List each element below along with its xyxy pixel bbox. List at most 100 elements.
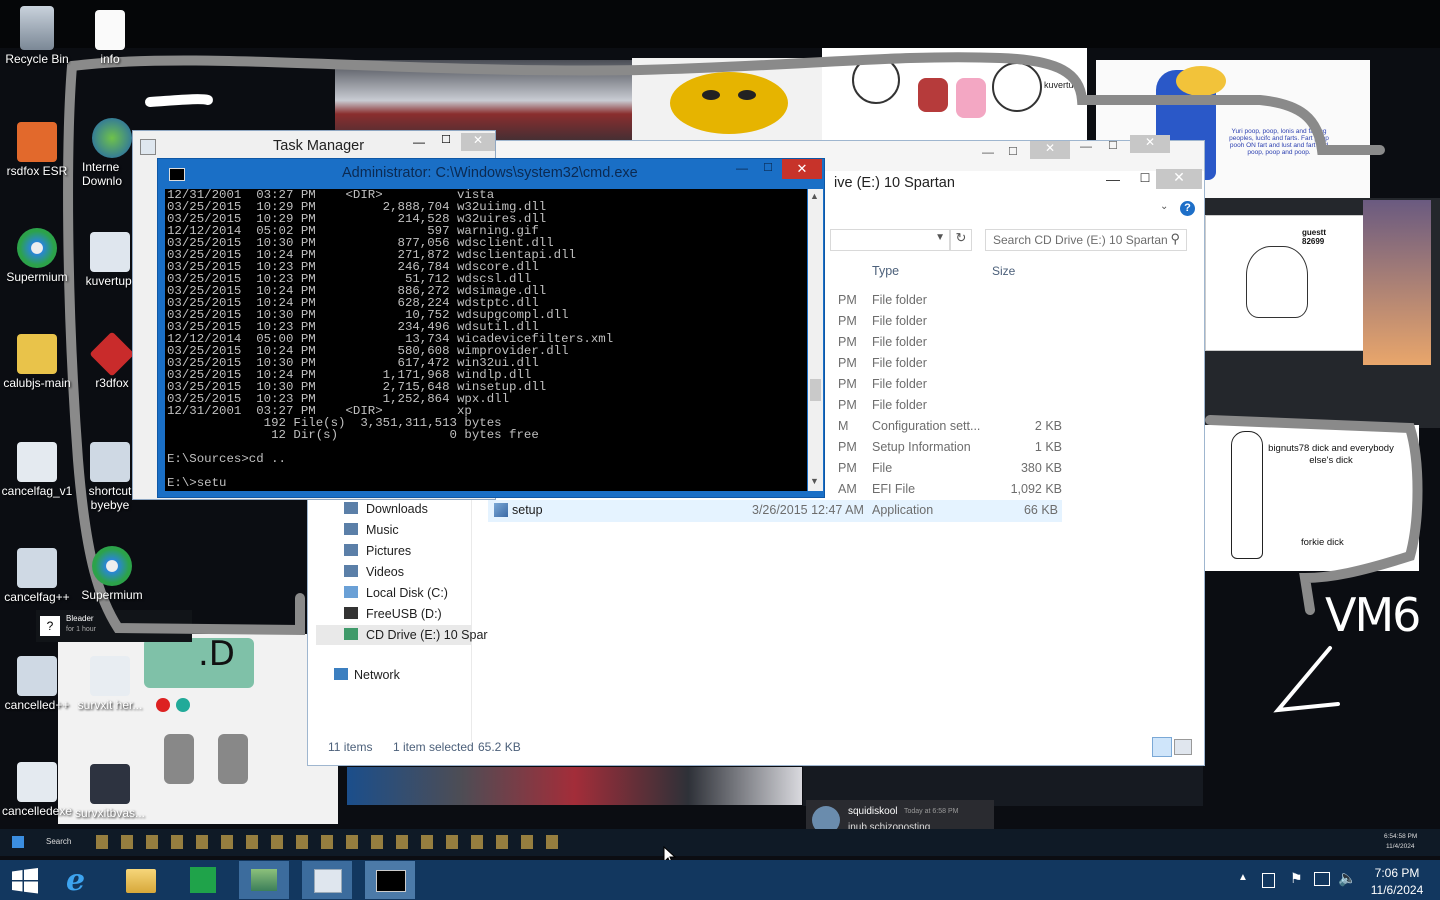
cancelled-plus-icon-item[interactable]: cancelled++ (0, 656, 77, 712)
nav-item[interactable]: Local Disk (C:) (344, 583, 448, 603)
file-row-type: File folder (872, 314, 927, 328)
drawing-label-one: bignuts78 dick and everybody else's dick (1268, 443, 1394, 466)
file-row[interactable]: PM File folder (836, 290, 1066, 311)
cancelfag-v1-icon-item[interactable]: cancelfag_v1 (0, 442, 77, 498)
folder-icon (344, 565, 358, 577)
cmd-maximize-button[interactable]: ☐ (756, 161, 780, 179)
collage-top-strip (0, 0, 1440, 48)
scroll-up-arrow[interactable]: ▲ (810, 191, 819, 201)
mini-search-label: Search (46, 837, 72, 846)
cmd-minimize-button[interactable]: — (730, 161, 754, 179)
kuvertu-label: kuvertu (1044, 80, 1074, 90)
action-center-flag-icon[interactable]: ⚑ (1290, 870, 1303, 887)
start-button[interactable] (0, 861, 50, 899)
scroll-down-arrow[interactable]: ▼ (810, 476, 819, 486)
explorer-minimize-button[interactable]: — (1098, 171, 1128, 191)
cmd-scrollbar[interactable]: ▲ ▼ (808, 189, 823, 491)
nav-item[interactable]: FreeUSB (D:) (344, 604, 442, 624)
calubjs-main-icon-item[interactable]: calubjs-main (0, 334, 77, 390)
ribbon-expand-icon[interactable]: ⌄ (1160, 201, 1168, 212)
file-row-date: PM (838, 293, 857, 307)
taskbar-internet-explorer[interactable]: e (56, 861, 106, 899)
search-box[interactable]: Search CD Drive (E:) 10 Spartan ⚲ (985, 229, 1187, 251)
nav-item[interactable]: CD Drive (E:) 10 Spar (344, 625, 488, 645)
nav-item[interactable]: Pictures (344, 541, 411, 561)
supermium-icon-item[interactable]: Supermium (0, 228, 77, 284)
mini-clock-date: 11/4/2024 (1386, 843, 1415, 850)
task-manager-maximize-button[interactable]: ☐ (435, 133, 457, 146)
image-file-icon (90, 232, 130, 272)
nav-network[interactable]: Network (334, 668, 400, 688)
nav-item[interactable]: Downloads (344, 499, 428, 519)
file-row[interactable]: M Configuration sett... 2 KB (836, 416, 1066, 437)
supermium-shortcut-icon-item[interactable]: Supermium (72, 546, 152, 602)
large-icons-view-button[interactable] (1174, 739, 1192, 755)
taskbar-cmd[interactable] (365, 861, 415, 899)
cancelfag-plus-icon-item[interactable]: cancelfag++ (0, 548, 77, 604)
task-manager-minimize-button[interactable]: — (408, 135, 430, 149)
survxit-her-icon-item[interactable]: survxit her... (70, 656, 150, 712)
internet-explorer-icon: e (66, 863, 86, 898)
address-bar[interactable]: ▼ (830, 229, 950, 251)
mini-clock-time: 6:54:58 PM (1384, 833, 1418, 840)
address-dropdown-icon[interactable]: ▼ (935, 232, 945, 243)
survxitbvas-icon-item[interactable]: survxitbvas... (70, 764, 150, 820)
task-manager-close-button[interactable]: ✕ (461, 133, 495, 151)
supermium-logo-icon (92, 546, 132, 586)
image-file-icon (90, 656, 130, 696)
yellow-character-image (632, 58, 822, 140)
show-hidden-icons-button[interactable]: ▲ (1238, 872, 1248, 883)
file-row[interactable]: AM EFI File 1,092 KB (836, 479, 1066, 500)
file-row-date: PM (838, 356, 857, 370)
file-row[interactable]: PM File 380 KB (836, 458, 1066, 479)
sketch-drawing-image: guestt 82699 (1205, 215, 1365, 351)
cmd-close-button[interactable]: ✕ (782, 159, 822, 179)
refresh-button[interactable]: ↻ (950, 229, 972, 251)
network-status-icon[interactable] (1314, 872, 1330, 886)
help-icon[interactable]: ? (1180, 201, 1195, 216)
nav-item[interactable]: Videos (344, 562, 404, 582)
file-row[interactable]: PM File folder (836, 332, 1066, 353)
details-view-button[interactable] (1152, 737, 1172, 757)
explorer-close-button[interactable]: ✕ (1156, 169, 1202, 189)
cmd-window[interactable]: Administrator: C:\Windows\system32\cmd.e… (157, 158, 825, 498)
file-row-type: File (872, 461, 893, 475)
setup-installer-icon (251, 869, 277, 891)
file-row-date: M (838, 419, 849, 433)
file-row[interactable]: PM File folder (836, 374, 1066, 395)
cartoon-drawing-image: kuvertu (822, 48, 1087, 140)
recycle-bin-icon-item[interactable]: Recycle Bin (0, 6, 77, 66)
stick-drawing-image: bignuts78 dick and everybody else's dick… (1205, 425, 1419, 571)
cancelledexe-icon-item[interactable]: cancelledexe (0, 762, 77, 818)
file-row[interactable]: PM File folder (836, 311, 1066, 332)
file-row[interactable]: PM File folder (836, 395, 1066, 416)
type-column-header[interactable]: Type (872, 264, 899, 278)
vm6-handwriting: VM6 (1325, 588, 1421, 642)
file-row[interactable]: PM Setup Information 1 KB (836, 437, 1066, 458)
clock-time: 7:06 PM (1374, 866, 1420, 880)
selected-file-row[interactable]: setup 3/26/2015 12:47 AM Application 66 … (488, 500, 1062, 522)
tablet-icon[interactable] (1262, 873, 1275, 888)
nav-item[interactable]: Music (344, 520, 399, 540)
taskbar-setup-app[interactable] (239, 861, 289, 899)
cmd-console[interactable]: 12/31/2001 03:27 PM <DIR> vista 03/25/20… (165, 189, 807, 491)
taskbar: e ▲ ⚑ 🔈 7:06 PM 11/6/2024 (0, 860, 1440, 900)
executable-icon (17, 762, 57, 802)
folder-icon (126, 869, 156, 893)
file-row-type: File folder (872, 293, 927, 307)
taskbar-clock[interactable]: 7:06 PM 11/6/2024 (1362, 864, 1432, 898)
taskbar-file-explorer[interactable] (116, 861, 166, 899)
file-row-date: PM (838, 377, 857, 391)
info-file-icon-item[interactable]: info (70, 10, 150, 66)
video-file-icon (90, 764, 130, 804)
taskbar-store[interactable] (178, 861, 228, 899)
drawing-caption-text: Yuri poop, poop, lonis and farting peopl… (1229, 128, 1329, 156)
scroll-thumb[interactable] (810, 379, 821, 401)
taskbar-task-manager[interactable] (302, 861, 352, 899)
size-column-header[interactable]: Size (992, 264, 1015, 278)
volume-icon[interactable]: 🔈 (1338, 869, 1357, 887)
settings-shortcut-icon (90, 442, 130, 482)
file-row[interactable]: PM File folder (836, 353, 1066, 374)
nav-item-label: CD Drive (E:) 10 Spar (366, 628, 488, 642)
rsdfox-esr-icon-item[interactable]: rsdfox ESR (0, 122, 77, 178)
